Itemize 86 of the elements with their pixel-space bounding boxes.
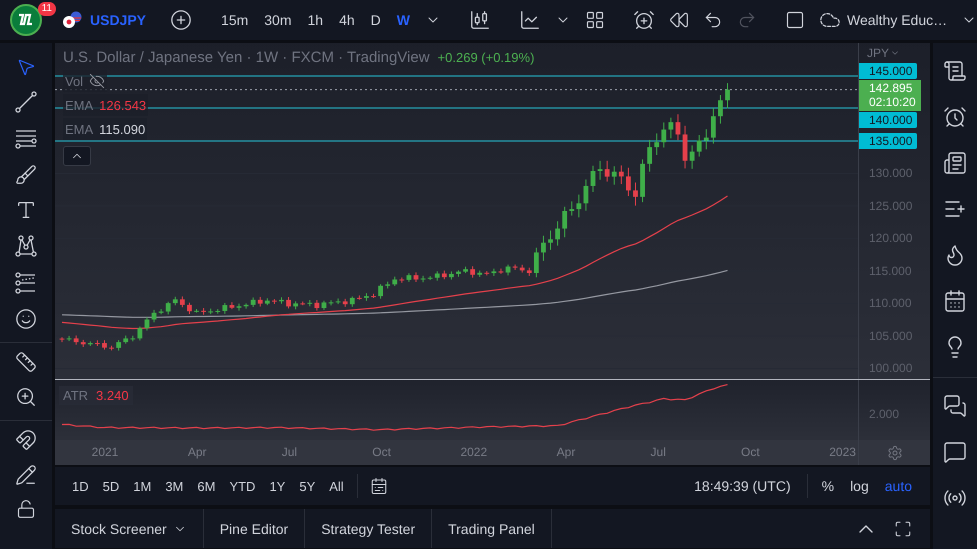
time-tick-label: Jul bbox=[650, 445, 666, 459]
logo-icon bbox=[10, 4, 42, 36]
date-range-button[interactable]: YTD bbox=[224, 474, 260, 498]
pencil-icon bbox=[15, 464, 37, 486]
date-range-button[interactable]: 1D bbox=[67, 474, 94, 498]
price-tick-label: 115.000 bbox=[869, 264, 912, 278]
price-level-label: 140.000 bbox=[859, 112, 917, 128]
calendar-icon bbox=[943, 289, 967, 313]
date-range-button[interactable]: 6M bbox=[192, 474, 220, 498]
layout-name-button[interactable]: Wealthy Educ… bbox=[815, 5, 952, 35]
date-range-button[interactable]: 3M bbox=[160, 474, 188, 498]
prediction-icon bbox=[14, 271, 38, 295]
arrow-pointer-icon bbox=[16, 57, 36, 77]
trend-line-icon bbox=[14, 90, 38, 114]
time-tick-label: 2021 bbox=[92, 445, 118, 459]
zoom-in-icon bbox=[15, 386, 37, 408]
price-level-label: 135.000 bbox=[859, 133, 917, 149]
clock-text: 18:49:39 (UTC) bbox=[694, 478, 791, 494]
redo-icon bbox=[737, 10, 757, 30]
chat-bubble-icon bbox=[943, 440, 967, 464]
symbol-search-button[interactable]: USDJPY bbox=[58, 7, 150, 33]
last-price-value: 142.895 bbox=[869, 81, 914, 95]
date-range-button[interactable]: 5D bbox=[98, 474, 124, 498]
bottom-panel-tab[interactable]: Strategy Tester bbox=[305, 509, 432, 548]
time-tick-label: Oct bbox=[372, 445, 391, 459]
text-icon bbox=[15, 199, 37, 221]
indicator-label: EMA bbox=[65, 122, 94, 136]
indicator-value: 126.543 bbox=[99, 98, 146, 112]
bottom-panel-tab[interactable]: Trading Panel bbox=[432, 509, 552, 548]
ruler-icon bbox=[15, 351, 37, 373]
date-range-button[interactable]: 1M bbox=[128, 474, 156, 498]
scale-option-button[interactable]: auto bbox=[878, 474, 918, 498]
calendar-icon bbox=[370, 477, 388, 495]
bottom-panel-tab[interactable]: Pine Editor bbox=[204, 509, 306, 548]
scale-option-button[interactable]: % bbox=[816, 474, 840, 498]
bottom-panel-tab[interactable]: Stock Screener bbox=[55, 509, 204, 548]
price-tick-label: 120.000 bbox=[869, 231, 912, 245]
price-level-label: 145.000 bbox=[859, 63, 917, 79]
time-tick-label: Jul bbox=[282, 445, 298, 459]
price-tick-label: 130.000 bbox=[869, 166, 912, 180]
chat-bubbles-icon bbox=[943, 394, 967, 418]
candlestick-icon bbox=[469, 9, 491, 31]
indicator-label: EMA bbox=[65, 98, 94, 112]
indicator-label: Vol bbox=[65, 74, 84, 88]
indicator-label: ATR bbox=[63, 388, 88, 403]
newspaper-icon bbox=[943, 151, 967, 175]
indicator-value: 115.090 bbox=[99, 122, 146, 136]
gear-icon bbox=[886, 444, 902, 460]
time-tick-label: Apr bbox=[556, 445, 576, 459]
unlocked-padlock-icon bbox=[16, 499, 36, 519]
pattern-icon bbox=[14, 234, 38, 258]
time-tick-label: Oct bbox=[741, 445, 760, 459]
interval-button[interactable]: 4h bbox=[334, 8, 360, 32]
undo-icon bbox=[703, 10, 723, 30]
plus-circle-icon bbox=[170, 9, 192, 31]
interval-button[interactable]: 15m bbox=[216, 8, 254, 32]
interval-button[interactable]: D bbox=[366, 8, 386, 32]
interval-button[interactable]: 1h bbox=[302, 8, 328, 32]
date-range-button[interactable]: All bbox=[324, 474, 349, 498]
list-icon bbox=[943, 59, 967, 83]
line-chart-icon bbox=[519, 9, 541, 31]
interval-button[interactable]: 30m bbox=[259, 8, 296, 32]
rewind-icon bbox=[669, 10, 689, 30]
interval-button[interactable]: W bbox=[392, 8, 415, 32]
smiley-icon bbox=[15, 308, 37, 330]
price-tick-label: 125.000 bbox=[869, 198, 912, 212]
chart-title: U.S. Dollar / Japanese Yen · 1W · FXCM · TradingView bbox=[63, 49, 430, 66]
time-tick-label: 2022 bbox=[460, 445, 488, 459]
bar-countdown: 02:10:20 bbox=[869, 95, 917, 109]
price-change: +0.269 (+0.19%) bbox=[438, 50, 534, 65]
square-icon bbox=[785, 10, 805, 30]
date-range-button[interactable]: 1Y bbox=[264, 474, 290, 498]
alarm-clock-icon bbox=[943, 105, 967, 129]
time-tick-label: 2023 bbox=[829, 445, 856, 459]
time-tick-label: Apr bbox=[188, 445, 207, 459]
maximize-icon bbox=[894, 520, 912, 538]
atr-tick-label: 2.000 bbox=[869, 407, 900, 421]
magnet-icon bbox=[15, 429, 37, 451]
alarm-clock-plus-icon bbox=[633, 9, 655, 31]
date-range-button[interactable]: 5Y bbox=[294, 474, 320, 498]
brush-icon bbox=[15, 164, 37, 186]
notification-badge: 11 bbox=[38, 2, 56, 16]
grid-icon bbox=[585, 10, 605, 30]
scale-option-button[interactable]: log bbox=[844, 474, 875, 498]
currency-flags-icon bbox=[62, 11, 84, 29]
indicator-value: 3.240 bbox=[96, 388, 129, 403]
